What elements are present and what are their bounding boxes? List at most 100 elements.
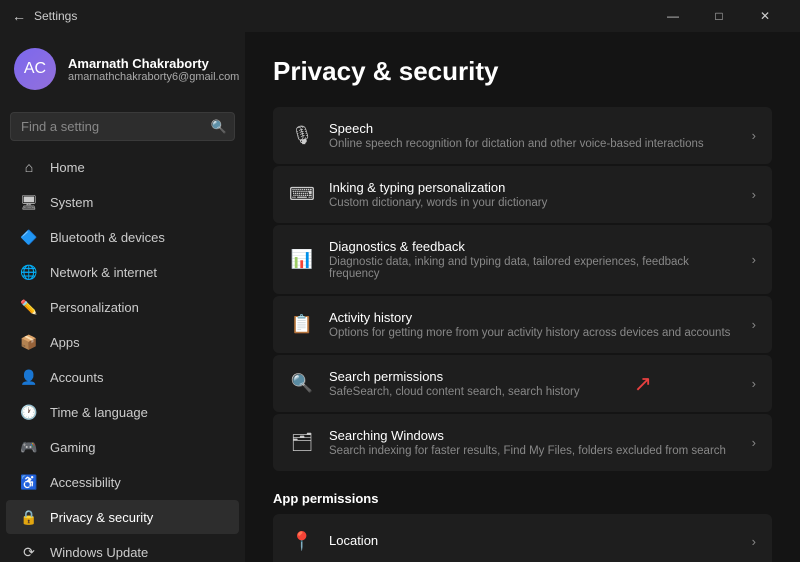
setting-card-search-permissions[interactable]: 🔍 Search permissions SafeSearch, cloud c… xyxy=(273,355,772,412)
diagnostics-chevron: › xyxy=(752,252,756,267)
system-icon: 🖥 xyxy=(20,193,38,211)
setting-card-activity[interactable]: 📋 Activity history Options for getting m… xyxy=(273,296,772,353)
search-permissions-icon: 🔍 xyxy=(289,371,315,397)
diagnostics-text: Diagnostics & feedback Diagnostic data, … xyxy=(329,239,738,280)
inking-title: Inking & typing personalization xyxy=(329,180,738,195)
search-icon: 🔍 xyxy=(211,119,227,135)
nav-list: ⌂ Home 🖥 System 🔷 Bluetooth & devices 🌐 … xyxy=(0,149,245,562)
searching-windows-desc: Search indexing for faster results, Find… xyxy=(329,445,738,457)
location-title: Location xyxy=(329,533,738,548)
setting-card-inking[interactable]: ⌨ Inking & typing personalization Custom… xyxy=(273,166,772,223)
apps-icon: 📦 xyxy=(20,333,38,351)
setting-card-location[interactable]: 📍 Location › xyxy=(273,514,772,562)
sidebar-item-label: Bluetooth & devices xyxy=(50,230,165,245)
accounts-icon: 👤 xyxy=(20,368,38,386)
sidebar-item-system[interactable]: 🖥 System xyxy=(6,185,239,219)
privacy-icon: 🔒 xyxy=(20,508,38,526)
sidebar: AC Amarnath Chakraborty amarnathchakrabo… xyxy=(0,32,245,562)
network-icon: 🌐 xyxy=(20,263,38,281)
title-bar: ← Settings — □ ✕ xyxy=(0,0,800,32)
searching-windows-icon: 🗂 xyxy=(289,430,315,456)
searching-windows-text: Searching Windows Search indexing for fa… xyxy=(329,428,738,457)
inking-chevron: › xyxy=(752,187,756,202)
maximize-button[interactable]: □ xyxy=(696,0,742,32)
search-box: 🔍 xyxy=(10,112,235,141)
back-icon[interactable]: ← xyxy=(12,8,26,24)
speech-chevron: › xyxy=(752,128,756,143)
speech-title: Speech xyxy=(329,121,738,136)
sidebar-item-label: Accounts xyxy=(50,370,103,385)
user-name: Amarnath Chakraborty xyxy=(68,56,239,71)
app-permissions-list: 📍 Location › 📷 Camera › xyxy=(273,514,772,562)
user-email: amarnathchakraborty6@gmail.com xyxy=(68,71,239,83)
user-profile[interactable]: AC Amarnath Chakraborty amarnathchakrabo… xyxy=(0,36,245,102)
searching-windows-chevron: › xyxy=(752,435,756,450)
sidebar-item-label: Home xyxy=(50,160,85,175)
activity-icon: 📋 xyxy=(289,312,315,338)
inking-text: Inking & typing personalization Custom d… xyxy=(329,180,738,209)
inking-icon: ⌨ xyxy=(289,182,315,208)
setting-card-searching-windows[interactable]: 🗂 Searching Windows Search indexing for … xyxy=(273,414,772,471)
home-icon: ⌂ xyxy=(20,158,38,176)
sidebar-item-label: System xyxy=(50,195,93,210)
search-permissions-chevron: › xyxy=(752,376,756,391)
diagnostics-icon: 📊 xyxy=(289,247,315,273)
bluetooth-icon: 🔷 xyxy=(20,228,38,246)
sidebar-item-accessibility[interactable]: ♿ Accessibility xyxy=(6,465,239,499)
minimize-button[interactable]: — xyxy=(650,0,696,32)
sidebar-item-label: Apps xyxy=(50,335,80,350)
main-content: Privacy & security 🎙 Speech Online speec… xyxy=(245,32,800,562)
location-chevron: › xyxy=(752,534,756,549)
sidebar-item-label: Gaming xyxy=(50,440,96,455)
setting-card-speech[interactable]: 🎙 Speech Online speech recognition for d… xyxy=(273,107,772,164)
search-input[interactable] xyxy=(10,112,235,141)
gaming-icon: 🎮 xyxy=(20,438,38,456)
sidebar-item-home[interactable]: ⌂ Home xyxy=(6,150,239,184)
sidebar-item-label: Personalization xyxy=(50,300,139,315)
activity-text: Activity history Options for getting mor… xyxy=(329,310,738,339)
sidebar-item-update[interactable]: ⟳ Windows Update xyxy=(6,535,239,562)
sidebar-item-label: Network & internet xyxy=(50,265,157,280)
personalization-icon: ✏️ xyxy=(20,298,38,316)
time-icon: 🕐 xyxy=(20,403,38,421)
close-button[interactable]: ✕ xyxy=(742,0,788,32)
update-icon: ⟳ xyxy=(20,543,38,561)
activity-desc: Options for getting more from your activ… xyxy=(329,327,738,339)
diagnostics-title: Diagnostics & feedback xyxy=(329,239,738,254)
sidebar-item-privacy[interactable]: 🔒 Privacy & security xyxy=(6,500,239,534)
sidebar-item-label: Windows Update xyxy=(50,545,148,560)
activity-title: Activity history xyxy=(329,310,738,325)
search-permissions-title: Search permissions xyxy=(329,369,738,384)
sidebar-item-personalization[interactable]: ✏️ Personalization xyxy=(6,290,239,324)
app-permissions-header: App permissions xyxy=(273,491,772,506)
settings-list: 🎙 Speech Online speech recognition for d… xyxy=(273,107,772,471)
sidebar-item-network[interactable]: 🌐 Network & internet xyxy=(6,255,239,289)
sidebar-item-label: Accessibility xyxy=(50,475,121,490)
activity-chevron: › xyxy=(752,317,756,332)
diagnostics-desc: Diagnostic data, inking and typing data,… xyxy=(329,256,738,280)
sidebar-item-gaming[interactable]: 🎮 Gaming xyxy=(6,430,239,464)
searching-windows-title: Searching Windows xyxy=(329,428,738,443)
app-title: Settings xyxy=(34,9,77,23)
setting-card-diagnostics[interactable]: 📊 Diagnostics & feedback Diagnostic data… xyxy=(273,225,772,294)
search-permissions-desc: SafeSearch, cloud content search, search… xyxy=(329,386,738,398)
user-info: Amarnath Chakraborty amarnathchakraborty… xyxy=(68,56,239,83)
sidebar-item-label: Time & language xyxy=(50,405,148,420)
page-title: Privacy & security xyxy=(273,56,772,87)
accessibility-icon: ♿ xyxy=(20,473,38,491)
speech-desc: Online speech recognition for dictation … xyxy=(329,138,738,150)
window-controls: — □ ✕ xyxy=(650,0,788,32)
inking-desc: Custom dictionary, words in your diction… xyxy=(329,197,738,209)
search-permissions-text: Search permissions SafeSearch, cloud con… xyxy=(329,369,738,398)
sidebar-item-label: Privacy & security xyxy=(50,510,153,525)
speech-icon: 🎙 xyxy=(289,123,315,149)
location-text: Location xyxy=(329,533,738,550)
location-icon: 📍 xyxy=(289,528,315,554)
sidebar-item-apps[interactable]: 📦 Apps xyxy=(6,325,239,359)
arrow-annotation: ↗ xyxy=(634,371,652,397)
speech-text: Speech Online speech recognition for dic… xyxy=(329,121,738,150)
avatar: AC xyxy=(14,48,56,90)
sidebar-item-accounts[interactable]: 👤 Accounts xyxy=(6,360,239,394)
sidebar-item-time[interactable]: 🕐 Time & language xyxy=(6,395,239,429)
sidebar-item-bluetooth[interactable]: 🔷 Bluetooth & devices xyxy=(6,220,239,254)
